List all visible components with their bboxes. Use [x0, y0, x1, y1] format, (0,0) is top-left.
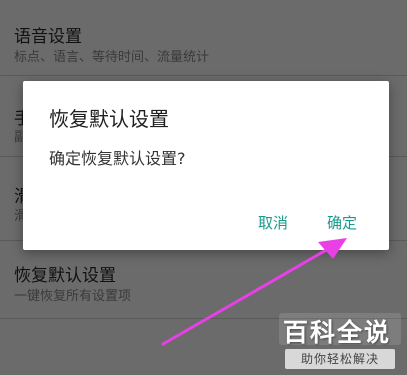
setting-item-title: 语音设置 [14, 27, 82, 47]
restore-defaults-dialog: 恢复默认设置 确定恢复默认设置? 取消 确定 [23, 81, 389, 250]
dialog-title: 恢复默认设置 [49, 107, 169, 131]
setting-item-subtitle: 一键恢复所有设置项 [14, 289, 132, 304]
setting-item-subtitle: 标点、语言、等待时间、流量统计 [14, 50, 210, 65]
setting-item-restore-defaults[interactable]: 恢复默认设置 一键恢复所有设置项 [0, 241, 407, 319]
watermark-logo: 百科全说 助你轻松解决 [277, 313, 403, 371]
watermark-title: 百科全说 [283, 318, 392, 347]
setting-item-title: 恢复默认设置 [14, 266, 116, 286]
confirm-button[interactable]: 确定 [327, 212, 357, 233]
setting-item-voice[interactable]: 语音设置 标点、语言、等待时间、流量统计 [0, 0, 407, 75]
cancel-button[interactable]: 取消 [258, 212, 288, 233]
dialog-message: 确定恢复默认设置? [49, 149, 186, 168]
watermark-subtitle: 助你轻松解决 [285, 349, 395, 369]
